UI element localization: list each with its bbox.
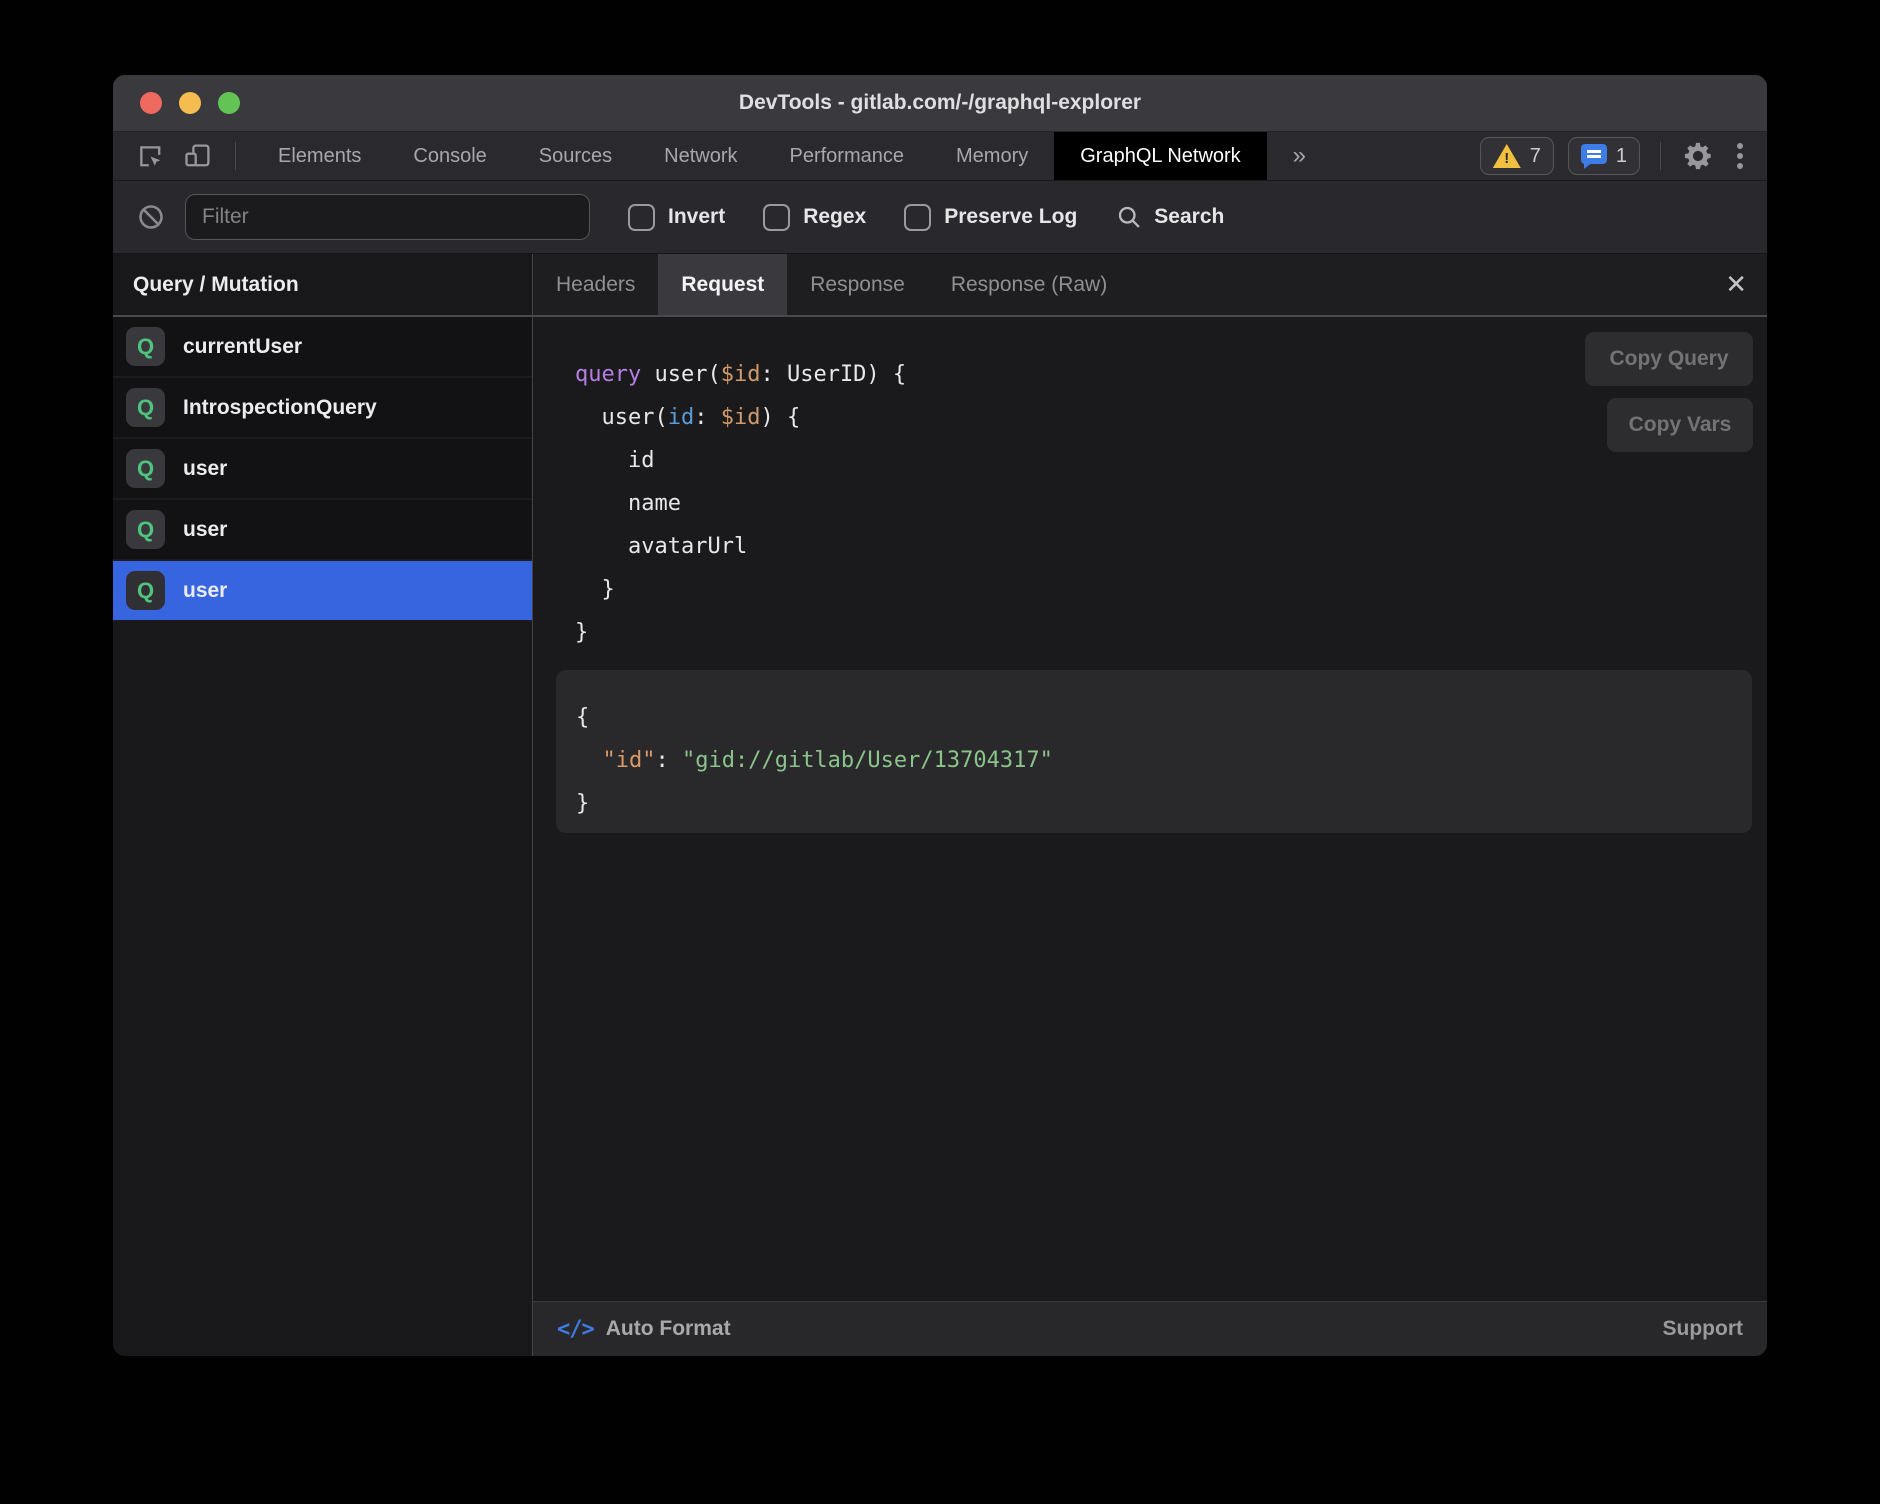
devtools-tabbar-tabs: ElementsConsoleSourcesNetworkPerformance…: [252, 132, 1267, 180]
code-line: query user($id: UserID) {: [575, 353, 906, 396]
graphql-variables-box: { "id": "gid://gitlab/User/13704317"}: [556, 670, 1752, 833]
checkbox-box[interactable]: [763, 204, 790, 231]
panel-tab-request[interactable]: Request: [658, 254, 787, 315]
request-panel-tabs: HeadersRequestResponseResponse (Raw) ✕: [533, 254, 1767, 317]
kebab-menu-icon[interactable]: [1729, 143, 1751, 169]
code-line: avatarUrl: [575, 525, 906, 568]
panel-footer: </> Auto Format Support: [533, 1301, 1767, 1356]
code-line: }: [575, 568, 906, 611]
devtools-tab-console[interactable]: Console: [387, 132, 512, 180]
devtools-tab-sources[interactable]: Sources: [513, 132, 638, 180]
auto-format-label: Auto Format: [606, 1317, 731, 1341]
warning-icon: !: [1493, 144, 1521, 168]
query-name-label: user: [183, 457, 227, 481]
filterbar: Invert Regex Preserve Log Search: [113, 180, 1767, 254]
auto-format-control[interactable]: </> Auto Format: [557, 1317, 731, 1342]
messages-count: 1: [1616, 145, 1627, 168]
message-icon: [1581, 144, 1607, 168]
checkbox-regex[interactable]: Regex: [763, 204, 866, 231]
checkbox-preserve-log[interactable]: Preserve Log: [904, 204, 1077, 231]
zoom-window-button[interactable]: [218, 92, 240, 114]
devtools-window: DevTools - gitlab.com/-/graphql-explorer…: [113, 75, 1767, 1356]
query-type-badge: Q: [126, 388, 165, 427]
query-type-badge: Q: [126, 449, 165, 488]
devtools-tab-performance[interactable]: Performance: [764, 132, 931, 180]
warnings-badge[interactable]: ! 7: [1480, 137, 1554, 175]
main-split: Query / Mutation QcurrentUserQIntrospect…: [113, 254, 1767, 1356]
code-line: "id": "gid://gitlab/User/13704317": [576, 739, 1752, 782]
devtools-tab-elements[interactable]: Elements: [252, 132, 387, 180]
filter-input[interactable]: [185, 194, 590, 240]
support-link[interactable]: Support: [1663, 1317, 1743, 1341]
query-name-label: user: [183, 518, 227, 542]
code-line: }: [575, 611, 906, 654]
checkbox-label: Preserve Log: [944, 205, 1077, 229]
checkbox-label: Invert: [668, 205, 725, 229]
request-content: query user($id: UserID) { user(id: $id) …: [533, 317, 1767, 1301]
code-format-icon: </>: [557, 1317, 594, 1342]
sidebar-header: Query / Mutation: [113, 254, 532, 317]
query-name-label: currentUser: [183, 335, 302, 359]
tabbar-right-controls: ! 7 1: [1480, 132, 1767, 180]
devtools-tab-memory[interactable]: Memory: [930, 132, 1054, 180]
code-line: id: [575, 439, 906, 482]
copy-query-button[interactable]: Copy Query: [1585, 332, 1753, 386]
devtools-tabbar: ElementsConsoleSourcesNetworkPerformance…: [113, 132, 1767, 180]
close-panel-icon[interactable]: ✕: [1725, 254, 1747, 315]
query-name-label: user: [183, 579, 227, 603]
query-list-item[interactable]: QcurrentUser: [113, 317, 532, 378]
toolbar-separator: [235, 142, 236, 170]
settings-gear-icon[interactable]: [1681, 139, 1715, 173]
devtools-tab-network[interactable]: Network: [638, 132, 763, 180]
query-type-badge: Q: [126, 510, 165, 549]
panel-tab-response[interactable]: Response: [787, 254, 928, 315]
query-type-badge: Q: [126, 571, 165, 610]
search-label: Search: [1154, 205, 1224, 229]
panel-tab-headers[interactable]: Headers: [533, 254, 658, 315]
search-control[interactable]: Search: [1115, 203, 1224, 231]
traffic-lights: [140, 75, 240, 131]
query-list-item[interactable]: Quser: [113, 439, 532, 500]
query-type-badge: Q: [126, 327, 165, 366]
checkbox-box[interactable]: [904, 204, 931, 231]
checkbox-label: Regex: [803, 205, 866, 229]
code-line: }: [576, 782, 1752, 825]
query-list-item[interactable]: Q IntrospectionQuery: [113, 378, 532, 439]
query-list-item[interactable]: Quser: [113, 561, 532, 622]
warnings-count: 7: [1530, 145, 1541, 168]
checkbox-invert[interactable]: Invert: [628, 204, 725, 231]
block-requests-icon[interactable]: [137, 203, 165, 231]
toolbar-icons: [113, 132, 252, 180]
titlebar: DevTools - gitlab.com/-/graphql-explorer: [113, 75, 1767, 132]
window-title: DevTools - gitlab.com/-/graphql-explorer: [739, 91, 1141, 115]
panel-tab-response-raw-[interactable]: Response (Raw): [928, 254, 1130, 315]
code-line: name: [575, 482, 906, 525]
code-line: user(id: $id) {: [575, 396, 906, 439]
request-panel-tablist: HeadersRequestResponseResponse (Raw): [533, 254, 1130, 315]
query-sidebar: Query / Mutation QcurrentUserQIntrospect…: [113, 254, 533, 1356]
graphql-query-code: query user($id: UserID) { user(id: $id) …: [575, 353, 906, 654]
device-toolbar-icon[interactable]: [181, 139, 215, 173]
close-window-button[interactable]: [140, 92, 162, 114]
query-list: QcurrentUserQIntrospectionQueryQuserQuse…: [113, 317, 532, 622]
devtools-tab-graphql-network[interactable]: GraphQL Network: [1054, 132, 1266, 180]
messages-badge[interactable]: 1: [1568, 137, 1640, 175]
filter-checkboxes: Invert Regex Preserve Log: [590, 204, 1077, 231]
query-name-label: IntrospectionQuery: [183, 396, 377, 420]
checkbox-box[interactable]: [628, 204, 655, 231]
query-list-item[interactable]: Quser: [113, 500, 532, 561]
copy-vars-button[interactable]: Copy Vars: [1607, 398, 1753, 452]
minimize-window-button[interactable]: [179, 92, 201, 114]
request-panel: HeadersRequestResponseResponse (Raw) ✕ q…: [533, 254, 1767, 1356]
code-line: {: [576, 696, 1752, 739]
inspect-element-icon[interactable]: [133, 139, 167, 173]
more-tabs-chevron[interactable]: »: [1267, 132, 1332, 180]
controls-separator: [1660, 142, 1661, 170]
search-icon: [1115, 203, 1143, 231]
